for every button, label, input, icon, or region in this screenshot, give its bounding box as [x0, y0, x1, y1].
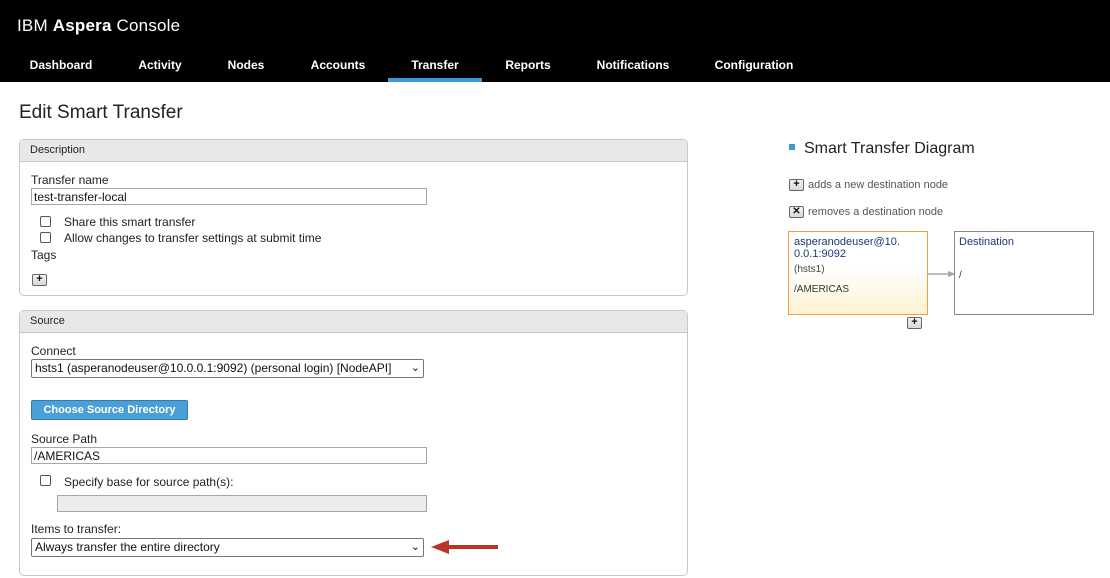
nav-configuration[interactable]: Configuration [704, 50, 804, 82]
destination-node-title: Destination [959, 236, 1015, 248]
specify-base-checkbox[interactable] [40, 475, 51, 486]
source-path-input[interactable] [31, 447, 427, 464]
legend-remove-text: removes a destination node [808, 206, 944, 218]
base-path-input [57, 495, 427, 512]
app-brand: IBM Aspera Console [17, 16, 180, 36]
chevron-down-icon: ⌄ [410, 362, 420, 374]
source-node-path: /AMERICAS [794, 284, 850, 295]
source-header: Source [20, 311, 687, 333]
source-panel: Source Connect hsts1 (asperanodeuser@10.… [19, 310, 688, 576]
connector-arrow-icon [928, 271, 956, 277]
annotation-arrow-icon [431, 540, 498, 554]
nav-notifications[interactable]: Notifications [585, 50, 681, 82]
nav-transfer[interactable]: Transfer [388, 50, 482, 82]
items-to-transfer-select[interactable]: Always transfer the entire directory ⌄ [31, 538, 424, 557]
transfer-name-label: Transfer name [31, 173, 109, 187]
nav-activity[interactable]: Activity [125, 50, 195, 82]
allow-changes-label: Allow changes to transfer settings at su… [64, 231, 322, 245]
add-icon: + [789, 179, 804, 192]
add-destination-button[interactable]: + [907, 317, 922, 329]
brand-aspera: Aspera [52, 16, 112, 35]
source-node-host-line2: 0.0.1:9092 [794, 248, 846, 260]
main-nav: Dashboard Activity Nodes Accounts Transf… [0, 50, 1110, 82]
choose-source-directory-button[interactable]: Choose Source Directory [31, 400, 188, 420]
bullet-square-icon [789, 143, 795, 150]
connect-select-value: hsts1 (asperanodeuser@10.0.0.1:9092) (pe… [35, 361, 392, 375]
nav-accounts[interactable]: Accounts [298, 50, 378, 82]
share-label: Share this smart transfer [64, 215, 196, 229]
nav-reports[interactable]: Reports [493, 50, 563, 82]
source-node-name: (hsts1) [794, 264, 825, 275]
diagram-title-text: Smart Transfer Diagram [804, 140, 975, 157]
page-title: Edit Smart Transfer [19, 102, 183, 123]
transfer-name-input[interactable] [31, 188, 427, 205]
connect-select[interactable]: hsts1 (asperanodeuser@10.0.0.1:9092) (pe… [31, 359, 424, 378]
add-tag-button[interactable]: + [32, 274, 47, 286]
items-to-transfer-label: Items to transfer: [31, 522, 122, 536]
share-checkbox[interactable] [40, 216, 51, 227]
description-header: Description [20, 140, 687, 162]
source-node-host-line1: asperanodeuser@10. [794, 236, 900, 248]
nav-nodes[interactable]: Nodes [216, 50, 276, 82]
brand-console: Console [116, 16, 181, 35]
source-path-label: Source Path [31, 432, 98, 446]
items-select-value: Always transfer the entire directory [35, 540, 220, 554]
chevron-down-icon: ⌄ [410, 541, 420, 553]
destination-node[interactable]: Destination / [954, 231, 1094, 315]
diagram-title: Smart Transfer Diagram [789, 140, 975, 158]
remove-icon: ✕ [789, 206, 804, 219]
brand-ibm: IBM [17, 16, 48, 35]
tags-label: Tags [31, 248, 57, 262]
legend-add-text: adds a new destination node [808, 179, 949, 191]
source-node[interactable]: asperanodeuser@10. 0.0.1:9092 (hsts1) /A… [788, 231, 928, 315]
description-panel: Description Transfer name Share this sma… [19, 139, 688, 296]
top-header: IBM Aspera Console Dashboard Activity No… [0, 0, 1110, 82]
allow-changes-checkbox[interactable] [40, 232, 51, 243]
destination-node-path: / [959, 270, 962, 281]
legend-add: + adds a new destination node [789, 179, 949, 192]
legend-remove: ✕ removes a destination node [789, 206, 944, 219]
nav-dashboard[interactable]: Dashboard [18, 50, 104, 82]
connect-label: Connect [31, 344, 76, 358]
specify-base-label: Specify base for source path(s): [64, 475, 234, 489]
